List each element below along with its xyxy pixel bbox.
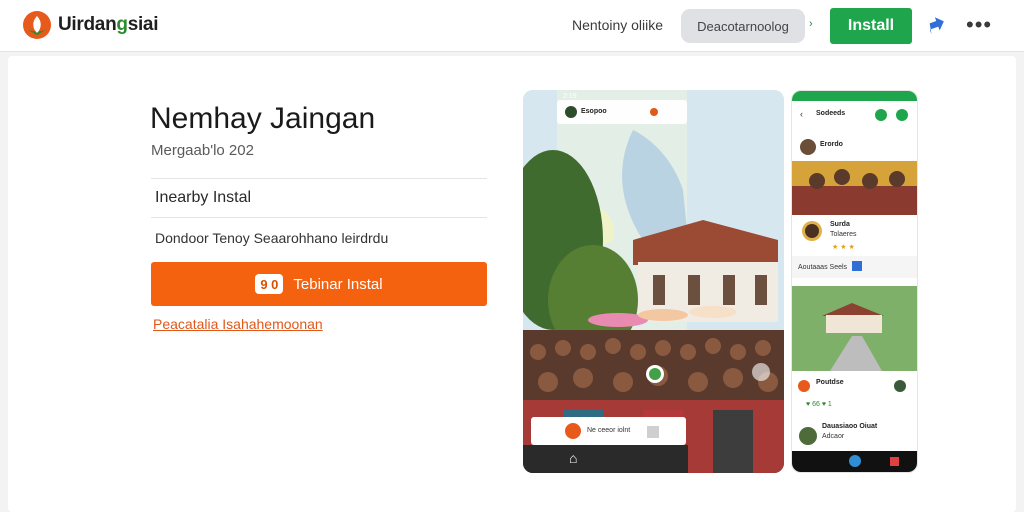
cta-badge: 9 0 bbox=[255, 274, 284, 294]
chevron-right-icon: › bbox=[809, 18, 813, 30]
rating-stars-icon: ★ ★ ★ bbox=[832, 244, 855, 251]
share-icon[interactable] bbox=[926, 15, 948, 37]
app-subtitle: Mergaab'lo 202 bbox=[151, 142, 254, 159]
phone-1-card-text: Ne ceeor iolnt bbox=[587, 427, 631, 434]
app-description: Dondoor Tenoy Seaarohhano leirdrdu bbox=[155, 230, 389, 246]
phone-2-list-title: Poutdse bbox=[816, 379, 844, 386]
install-button[interactable]: Install bbox=[830, 8, 912, 44]
phone-2-reactions: ♥ 66 ♥ 1 bbox=[806, 401, 832, 408]
phone-2-footer-title: Dauasiaoo Oiuat bbox=[822, 423, 878, 430]
phone-2-profile-name: Erordo bbox=[820, 141, 843, 148]
back-arrow-icon[interactable]: ‹ bbox=[800, 109, 803, 119]
phone-1-header-label: Esopoo bbox=[581, 108, 607, 115]
more-options-icon[interactable]: ••• bbox=[966, 12, 992, 38]
brand-prefix: Uirdan bbox=[58, 14, 117, 35]
screenshot-phone-2[interactable]: Sodeeds ‹ Erordo Surda Tolaeres ★ ★ ★ Ao… bbox=[791, 90, 918, 473]
phone-1-status-time: 2:19 bbox=[563, 93, 577, 100]
divider bbox=[151, 178, 487, 179]
phone-2-card-name: Surda bbox=[830, 221, 850, 228]
cta-label: Tebinar Instal bbox=[293, 275, 383, 293]
brand-suffix: siai bbox=[127, 14, 159, 35]
phone-2-header-label: Sodeeds bbox=[816, 110, 846, 117]
phone-2-footer-sub: Adcaor bbox=[822, 433, 845, 440]
primary-install-button[interactable]: 9 0 Tebinar Instal bbox=[151, 262, 487, 306]
nav-link[interactable]: Nentoiny oliike bbox=[572, 17, 663, 33]
brand-name[interactable]: Uirdangsiai bbox=[58, 14, 158, 36]
phone-2-card-meta: Tolaeres bbox=[830, 231, 857, 238]
secondary-link[interactable]: Peacatalia Isahahemoonan bbox=[153, 316, 323, 332]
phone-1-scene bbox=[523, 90, 784, 473]
divider bbox=[151, 217, 487, 218]
screenshot-phone-1[interactable]: 2:19 Esopoo Ne ceeor iolnt ⌂ bbox=[523, 90, 784, 473]
home-icon: ⌂ bbox=[569, 450, 578, 466]
install-row[interactable]: Inearby Instal bbox=[155, 189, 251, 207]
brand-green: g bbox=[116, 14, 128, 35]
phone-2-scene bbox=[792, 91, 917, 472]
top-bar: Uirdangsiai Nentoiny oliike Deacotarnool… bbox=[0, 0, 1024, 52]
category-pill[interactable]: Deacotarnoolog bbox=[681, 9, 805, 43]
logo-icon bbox=[23, 11, 51, 39]
app-title: Nemhay Jaingan bbox=[150, 102, 376, 135]
phone-2-chip-row: Aoutaaas Seels bbox=[798, 264, 848, 271]
